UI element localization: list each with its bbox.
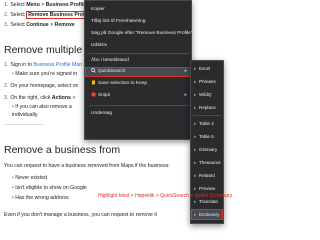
step-number: 1. (4, 2, 9, 8)
engine-icon: ▸ (194, 134, 197, 139)
submenu-item-dictionary[interactable]: ▸ Dictionary (191, 209, 223, 220)
menu-separator (89, 53, 189, 54)
step-text: Select (10, 2, 27, 8)
keep-icon (91, 80, 96, 85)
menu-item-copy[interactable]: Kopier (85, 5, 191, 15)
menu-item-label: Tilføj link til Fremhævning (91, 19, 146, 24)
step-number: 3. (4, 22, 9, 28)
submenu-item-replace[interactable]: ▸ Replace (191, 102, 223, 113)
engine-icon: ▸ (194, 121, 197, 126)
menu-item-label: Åbn i læsetilstand (91, 58, 129, 63)
list-item: 2. On your homepage, select on (4, 83, 78, 90)
list-bold: Actions (51, 95, 71, 101)
menu-item-quicksearch[interactable]: QuickSearch ▸ (85, 67, 191, 77)
step-text: Select (10, 12, 27, 18)
list-number: 3. (4, 95, 9, 101)
submenu-item-related[interactable]: ▸ Related (191, 170, 223, 181)
menu-item-label: QuickSearch (98, 69, 126, 74)
engine-icon: ▸ (194, 79, 197, 84)
submenu-item-label: Replace (199, 105, 216, 110)
engine-icon: ▸ (194, 92, 197, 97)
submenu-item-label: Excel (199, 66, 211, 71)
submenu-item-label: Phrases (199, 79, 216, 84)
context-menu: Kopier Tilføj link til Fremhævning Søg p… (84, 0, 193, 140)
individually-link[interactable]: individually. (12, 112, 38, 119)
menu-item-snipit[interactable]: Snipit ▸ (85, 91, 191, 101)
submenu-item-table-4[interactable]: ▸ Table 4 (191, 118, 223, 129)
list-number: 1. (4, 62, 9, 68)
menu-item-label: Søg på Google efter "Remove Business Pro… (91, 31, 193, 36)
chevron-right-icon: ▸ (184, 93, 187, 98)
list-text: On the right, click (10, 95, 52, 101)
menu-item-label: Undersøg (91, 111, 113, 116)
step-3: 3. Select Continue > Remove (4, 22, 75, 29)
submenu-separator (193, 115, 221, 116)
selected-text[interactable]: Remove Business Profile (26, 11, 93, 19)
list-item: Has the wrong address (12, 195, 68, 202)
submenu-item-label: Related (199, 173, 215, 178)
menu-item-label: Udskriv (91, 43, 107, 48)
submenu-item-label: Thesaurus (199, 160, 221, 165)
submenu-item-wildq[interactable]: ▸ WildQ (191, 89, 223, 100)
list-item: 1. Sign in to Business Profile Man (4, 62, 82, 69)
list-note: If you can also remove a (12, 104, 72, 111)
paragraph: You can request to have a business remov… (4, 163, 170, 169)
list-text: Sign in to (10, 62, 34, 68)
menu-item-label: Kopier (91, 7, 105, 12)
list-item: Never existed (12, 175, 47, 182)
menu-item-label: Snipit (98, 93, 110, 98)
engine-icon: ▸ (194, 212, 197, 217)
step-bold: Menu (26, 2, 40, 8)
engine-icon: ▸ (194, 66, 197, 71)
submenu-item-phrases[interactable]: ▸ Phrases (191, 76, 223, 87)
list-text: > (70, 95, 76, 101)
menu-item-save-to-keep[interactable]: Save selection to Keep (85, 79, 191, 89)
step-number: 2. (4, 12, 9, 18)
menu-item-link-highlight[interactable]: Tilføj link til Fremhævning (85, 17, 191, 27)
engine-icon: ▸ (194, 160, 197, 165)
menu-item-search-google[interactable]: Søg på Google efter "Remove Business Pro… (85, 29, 193, 39)
step-bold: Remove (54, 22, 75, 28)
paragraph: Even if you don't manage a business, you… (4, 212, 157, 218)
instruction-annotation: Highlight tekst > Højreklik > QuickSearc… (98, 193, 233, 199)
list-item: Isn't eligible to show on Google (12, 185, 87, 192)
step-2: 2.Select Remove Business Profile > (4, 11, 97, 19)
submenu-item-label: WildQ (199, 92, 212, 97)
section-heading: Remove a business from (4, 144, 121, 156)
submenu-item-table-5[interactable]: ▸ Table 5 (191, 131, 223, 142)
menu-separator (89, 105, 189, 106)
menu-item-reader-mode[interactable]: Åbn i læsetilstand (85, 56, 191, 66)
list-text: On your homepage, select on (10, 83, 79, 89)
submenu-item-thesaurus[interactable]: ▸ Thesaurus (191, 157, 223, 168)
engine-icon: ▸ (194, 147, 197, 152)
menu-item-inspect[interactable]: Undersøg (85, 109, 191, 119)
list-item: 3. On the right, click Actions > (4, 95, 75, 102)
submenu-item-excel[interactable]: ▸ Excel (191, 63, 223, 74)
submenu-item-label: Glossary (199, 147, 218, 152)
submenu-item-label: Table 4 (199, 121, 214, 126)
snipit-icon (91, 92, 96, 97)
quicksearch-icon (91, 68, 96, 73)
engine-icon: ▸ (194, 105, 197, 110)
list-note: Make sure you're signed in (12, 71, 77, 78)
step-bold: Continue (26, 22, 49, 28)
menu-item-print[interactable]: Udskriv (85, 41, 191, 51)
submenu-item-glossary[interactable]: ▸ Glossary (191, 144, 223, 155)
business-profile-manager-link[interactable]: Business Profile Man (33, 62, 82, 68)
submenu-item-label: Table 5 (199, 134, 214, 139)
list-number: 2. (4, 83, 9, 89)
menu-item-label: Save selection to Keep (98, 81, 148, 86)
divider (4, 124, 44, 125)
chevron-right-icon: ▸ (184, 69, 187, 74)
submenu-item-label: Dictionary (199, 212, 220, 217)
step-text: Select (10, 22, 27, 28)
submenu-item-label: Preview (199, 186, 216, 191)
engine-icon: ▸ (194, 173, 197, 178)
